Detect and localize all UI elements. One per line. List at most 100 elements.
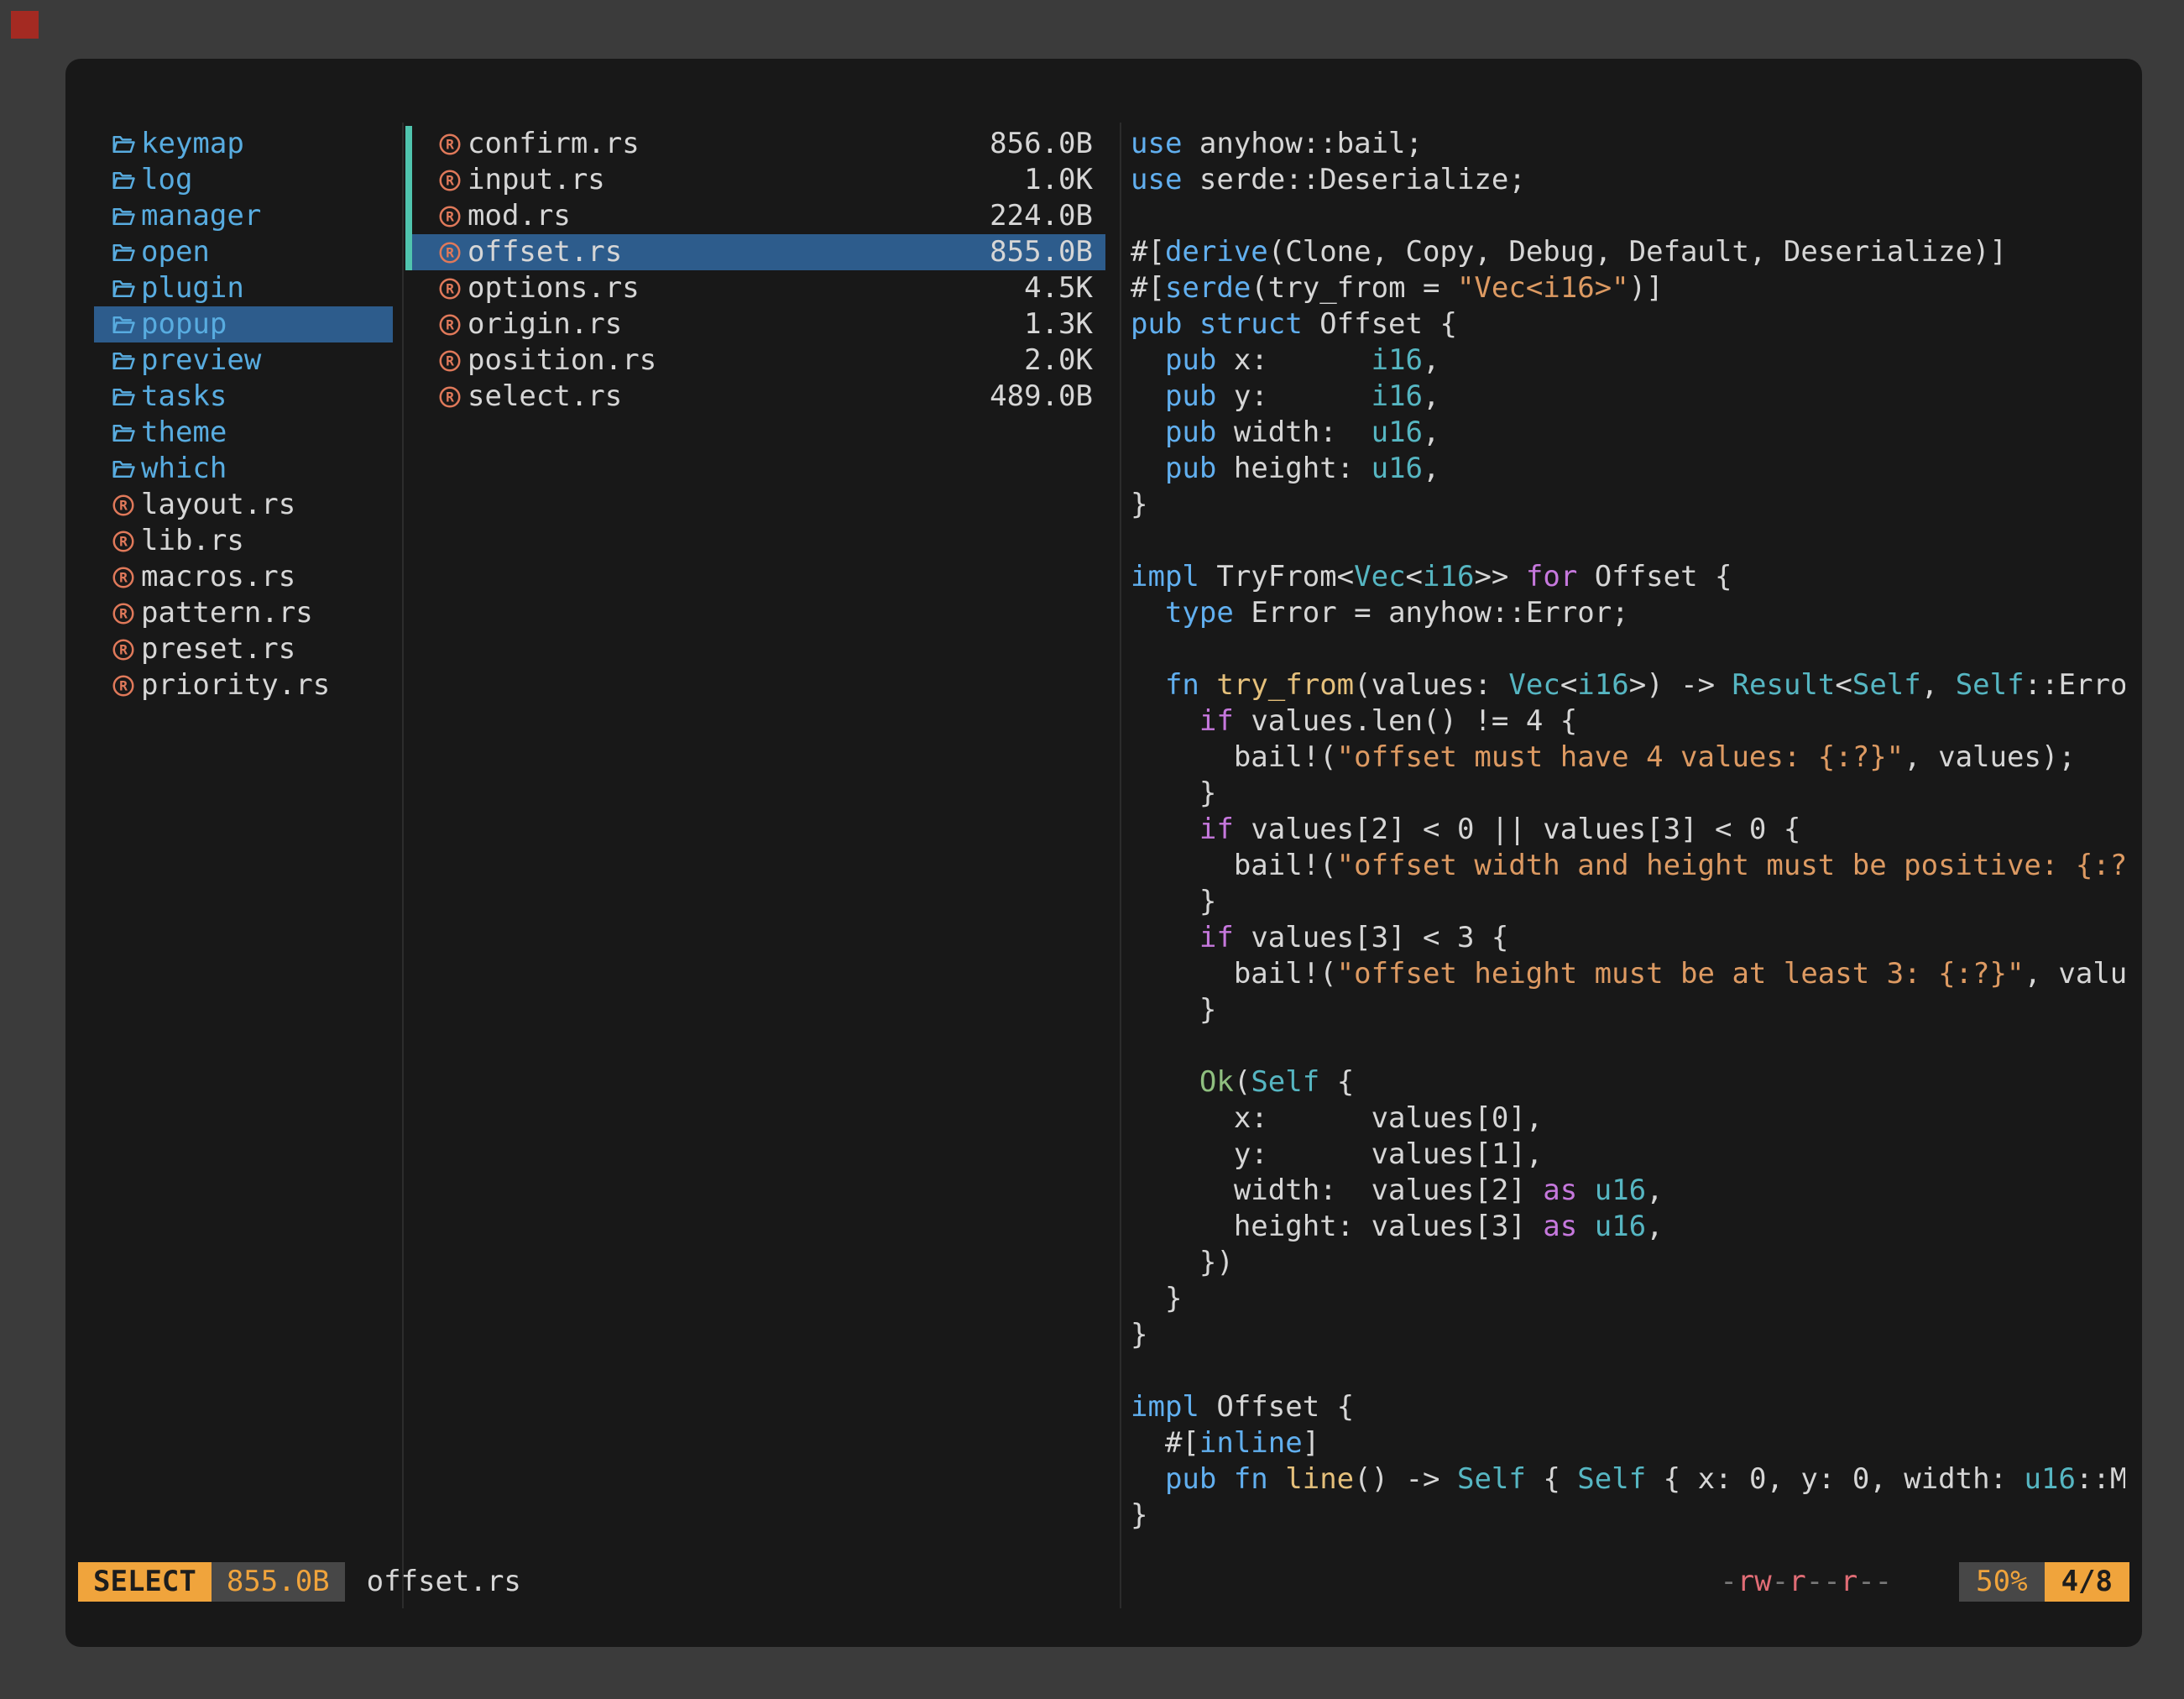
rust-file-icon: R [111,601,136,626]
code-line: } [1131,487,2125,523]
code-line: x: values[0], [1131,1100,2125,1137]
file-row-origin-rs[interactable]: Rorigin.rs 1.3K [405,306,1105,342]
file-name: origin.rs [468,306,622,342]
sidebar-file-lib-rs[interactable]: Rlib.rs [94,523,393,559]
preview-pane: use anyhow::bail;use serde::Deserialize;… [1131,126,2125,1570]
sidebar-file-pattern-rs[interactable]: Rpattern.rs [94,595,393,631]
pane-divider-right [1120,123,1121,1608]
code-line [1131,523,2125,559]
sidebar-dir-which[interactable]: which [94,451,393,487]
entry-label: manager [141,198,261,234]
file-row-position-rs[interactable]: Rposition.rs 2.0K [405,342,1105,379]
code-line: } [1131,776,2125,812]
file-name: mod.rs [468,198,571,234]
file-row-offset-rs[interactable]: Roffset.rs855.0B [405,234,1105,270]
rust-file-icon: R [111,529,136,554]
code-line [1131,631,2125,667]
sidebar-dir-manager[interactable]: manager [94,198,393,234]
sidebar-dir-plugin[interactable]: plugin [94,270,393,306]
terminal-window: keymaplogmanageropenpluginpopuppreviewta… [65,59,2142,1647]
entry-label: preview [141,342,261,379]
sidebar-file-macros-rs[interactable]: Rmacros.rs [94,559,393,595]
file-row-mod-rs[interactable]: Rmod.rs 224.0B [405,198,1105,234]
sidebar-dir-tasks[interactable]: tasks [94,379,393,415]
file-row-input-rs[interactable]: Rinput.rs1.0K [405,162,1105,198]
entry-label: pattern.rs [141,595,313,631]
sidebar-dir-theme[interactable]: theme [94,415,393,451]
file-size: 1.3K [1024,306,1093,342]
code-line: pub fn line() -> Self { Self { x: 0, y: … [1131,1461,2125,1498]
sidebar-dir-keymap[interactable]: keymap [94,126,393,162]
code-line: pub width: u16, [1131,415,2125,451]
svg-text:R: R [446,244,454,260]
entry-label: keymap [141,126,244,162]
code-line: if values.len() != 4 { [1131,703,2125,740]
code-line: Ok(Self { [1131,1064,2125,1100]
svg-text:R: R [446,136,454,152]
rust-file-icon: R [437,240,462,265]
rust-file-icon: R [437,348,462,374]
rust-file-icon: R [111,637,136,662]
svg-text:R: R [446,353,454,369]
status-filename: offset.rs [367,1562,521,1602]
file-row-select-rs[interactable]: Rselect.rs489.0B [405,379,1105,415]
current-pane: Rconfirm.rs856.0BRinput.rs1.0KRmod.rs224… [405,126,1105,415]
code-line: if values[3] < 3 { [1131,920,2125,956]
code-line: pub struct Offset { [1131,306,2125,342]
file-name: offset.rs [468,234,622,270]
svg-text:R: R [446,316,454,332]
code-line: bail!("offset must have 4 values: {:?}",… [1131,740,2125,776]
permissions-text: -rw-r--r-- [1720,1562,1892,1602]
rust-file-icon: R [437,384,462,410]
rust-file-icon: R [111,673,136,698]
marked-files-bar [405,126,412,270]
code-line: bail!("offset width and height must be p… [1131,848,2125,884]
file-name: select.rs [468,379,622,415]
entry-label: lib.rs [141,523,244,559]
folder-open-icon [111,312,136,337]
entry-label: open [141,234,210,270]
file-size: 224.0B [990,198,1093,234]
status-right: -rw-r--r-- 50% 4/8 [1720,1562,2129,1602]
rust-file-icon: R [111,493,136,518]
file-row-options-rs[interactable]: Roptions.rs4.5K [405,270,1105,306]
sidebar-dir-popup[interactable]: popup [94,306,393,342]
code-line: #[inline] [1131,1425,2125,1461]
file-size: 856.0B [990,126,1093,162]
code-line: } [1131,1281,2125,1317]
code-line: } [1131,1317,2125,1353]
file-size-chip: 855.0B [212,1562,345,1602]
sidebar-dir-log[interactable]: log [94,162,393,198]
sidebar-file-layout-rs[interactable]: Rlayout.rs [94,487,393,523]
entry-label: layout.rs [141,487,295,523]
folder-open-icon [111,384,136,410]
folder-open-icon [111,276,136,301]
sidebar-file-priority-rs[interactable]: Rpriority.rs [94,667,393,703]
file-name: position.rs [468,342,656,379]
code-line: use serde::Deserialize; [1131,162,2125,198]
code-line: impl Offset { [1131,1389,2125,1425]
code-line: } [1131,884,2125,920]
file-name: options.rs [468,270,640,306]
svg-text:R: R [119,497,128,513]
code-line: } [1131,1498,2125,1534]
file-size: 1.0K [1024,162,1093,198]
sidebar-file-preset-rs[interactable]: Rpreset.rs [94,631,393,667]
code-line: use anyhow::bail; [1131,126,2125,162]
code-line: if values[2] < 0 || values[3] < 0 { [1131,812,2125,848]
folder-open-icon [111,240,136,265]
svg-text:R: R [119,533,128,549]
sidebar-dir-open[interactable]: open [94,234,393,270]
folder-open-icon [111,132,136,157]
rust-file-icon: R [437,204,462,229]
file-row-confirm-rs[interactable]: Rconfirm.rs856.0B [405,126,1105,162]
entry-label: plugin [141,270,244,306]
sidebar-dir-preview[interactable]: preview [94,342,393,379]
code-line: #[derive(Clone, Copy, Debug, Default, De… [1131,234,2125,270]
folder-open-icon [111,168,136,193]
recording-indicator [11,11,39,39]
rust-file-icon: R [437,168,462,193]
pane-divider-left [402,123,404,1608]
file-size: 4.5K [1024,270,1093,306]
file-size: 2.0K [1024,342,1093,379]
